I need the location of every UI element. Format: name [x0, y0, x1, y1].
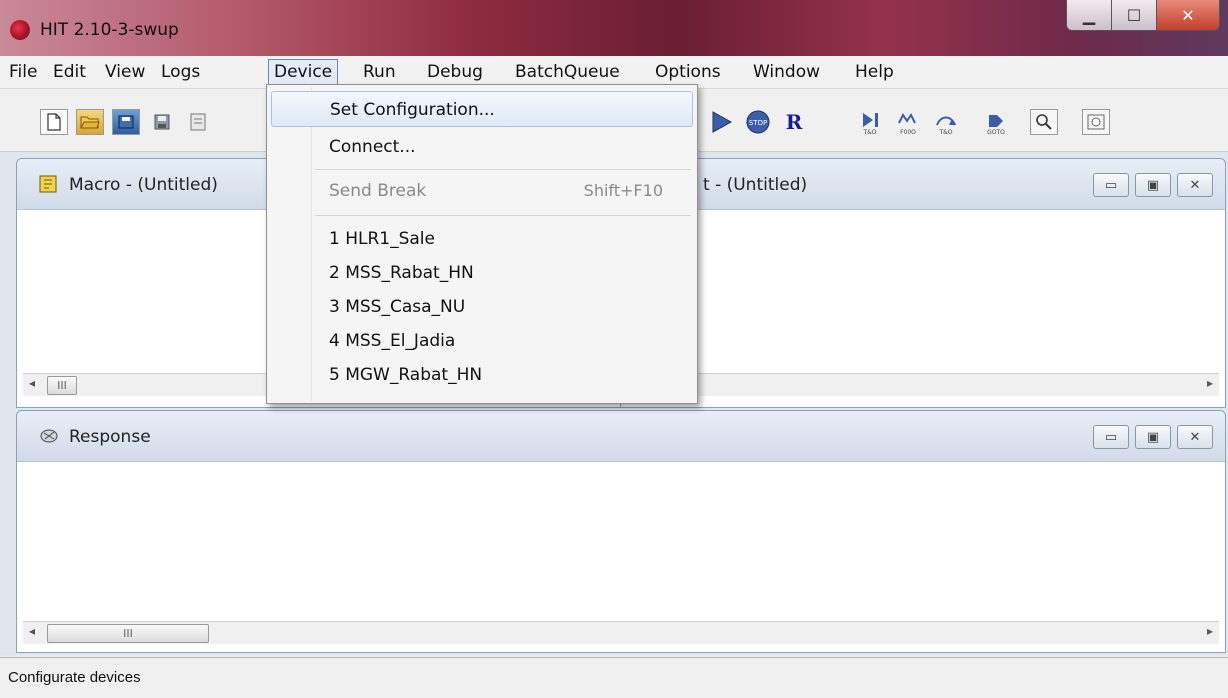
menu-window[interactable]: Window: [748, 60, 825, 84]
panel-close-button[interactable]: ✕: [1177, 173, 1213, 197]
menu-item-label: 4 MSS_El_Jadia: [329, 331, 456, 351]
menu-item-label: 5 MGW_Rabat_HN: [329, 365, 483, 385]
step-icon[interactable]: T&O: [856, 109, 884, 135]
menu-batchqueue[interactable]: BatchQueue: [510, 60, 625, 84]
report-icon[interactable]: [184, 109, 212, 135]
panel-minimize-button[interactable]: ▭: [1093, 425, 1129, 449]
menu-file[interactable]: File: [4, 60, 42, 84]
svg-text:F00O: F00O: [900, 129, 916, 135]
find-icon[interactable]: [1030, 109, 1058, 135]
maximize-button[interactable]: ☐: [1112, 0, 1156, 31]
status-text: Configurate devices: [8, 669, 141, 686]
status-bar: Configurate devices: [0, 657, 1228, 698]
close-button[interactable]: ✕: [1156, 0, 1220, 31]
test-panel-controls: ▭ ▣ ✕: [1093, 173, 1213, 197]
new-file-icon[interactable]: [40, 109, 68, 135]
window-title: HIT 2.10-3-swup: [40, 20, 179, 40]
response-scroll-thumb[interactable]: III: [47, 624, 209, 643]
menu-item-label: Set Configuration...: [330, 100, 495, 120]
response-panel: Response ▭ ▣ ✕ ◂ III ▸: [16, 410, 1226, 653]
menu-separator: [315, 215, 691, 216]
step-out-icon[interactable]: T&O: [932, 109, 960, 135]
app-icon[interactable]: [10, 20, 30, 40]
panel-restore-button[interactable]: ▣: [1135, 425, 1171, 449]
window-controls: ▁ ☐ ✕: [1066, 0, 1220, 34]
macro-icon: [39, 175, 57, 193]
menu-item-send-break: Send Break Shift+F10: [271, 173, 693, 207]
menu-device[interactable]: Device: [268, 59, 339, 85]
menu-item-recent-1[interactable]: 1 HLR1_Sale: [271, 221, 693, 255]
menu-separator: [315, 169, 691, 170]
save-as-icon[interactable]: [112, 109, 140, 135]
panel-minimize-button[interactable]: ▭: [1093, 173, 1129, 197]
macro-scroll-thumb[interactable]: III: [47, 376, 77, 395]
svg-text:GOTO: GOTO: [987, 129, 1005, 135]
menu-view[interactable]: View: [100, 60, 150, 84]
title-bar[interactable]: HIT 2.10-3-swup ▁ ☐ ✕: [0, 0, 1228, 56]
menu-item-label: 2 MSS_Rabat_HN: [329, 263, 474, 283]
menu-item-label: Connect...: [329, 137, 416, 157]
macro-panel-title: Macro - (Untitled): [69, 175, 218, 195]
svg-text:T&O: T&O: [862, 129, 876, 135]
device-menu-dropdown: Set Configuration... Connect... Send Bre…: [266, 84, 698, 404]
settings-icon[interactable]: [1082, 109, 1110, 135]
play-icon[interactable]: [708, 109, 736, 135]
response-panel-title: Response: [69, 427, 151, 447]
menu-item-shortcut: Shift+F10: [583, 181, 663, 200]
response-panel-controls: ▭ ▣ ✕: [1093, 425, 1213, 449]
menu-item-recent-3[interactable]: 3 MSS_Casa_NU: [271, 289, 693, 323]
menu-help[interactable]: Help: [850, 60, 899, 84]
response-hscrollbar[interactable]: ◂ III ▸: [23, 621, 1219, 644]
record-icon[interactable]: R: [780, 109, 808, 135]
svg-text:T&O: T&O: [938, 129, 952, 135]
menu-run[interactable]: Run: [358, 60, 401, 84]
menu-item-recent-5[interactable]: 5 MGW_Rabat_HN: [271, 357, 693, 391]
menu-item-label: Send Break: [329, 181, 427, 201]
panel-restore-button[interactable]: ▣: [1135, 173, 1171, 197]
menu-item-connect[interactable]: Connect...: [271, 129, 693, 163]
goto-icon[interactable]: GOTO: [982, 109, 1010, 135]
test-panel-title: t - (Untitled): [703, 175, 808, 195]
menu-item-label: 3 MSS_Casa_NU: [329, 297, 466, 317]
svg-text:STOP: STOP: [749, 119, 767, 127]
menu-item-set-configuration[interactable]: Set Configuration...: [271, 91, 693, 127]
panel-close-button[interactable]: ✕: [1177, 425, 1213, 449]
menu-item-label: 1 HLR1_Sale: [329, 229, 435, 249]
response-panel-header: Response ▭ ▣ ✕: [17, 411, 1225, 462]
test-panel-header: t - (Untitled) ▭ ▣ ✕: [621, 159, 1225, 210]
menu-item-recent-2[interactable]: 2 MSS_Rabat_HN: [271, 255, 693, 289]
scroll-left-arrow-icon[interactable]: ◂: [29, 376, 35, 390]
minimize-button[interactable]: ▁: [1066, 0, 1112, 31]
menu-logs[interactable]: Logs: [156, 60, 205, 84]
test-hscrollbar[interactable]: ▸: [627, 373, 1219, 396]
stop-icon[interactable]: STOP: [744, 109, 772, 135]
menu-debug[interactable]: Debug: [422, 60, 488, 84]
test-panel: t - (Untitled) ▭ ▣ ✕ ▸: [620, 158, 1226, 408]
scroll-right-arrow-icon[interactable]: ▸: [1207, 624, 1213, 638]
save-icon[interactable]: [148, 109, 176, 135]
menu-options[interactable]: Options: [650, 60, 726, 84]
menu-edit[interactable]: Edit: [48, 60, 91, 84]
step-over-icon[interactable]: F00O: [894, 109, 922, 135]
open-folder-icon[interactable]: [76, 109, 104, 135]
scroll-left-arrow-icon[interactable]: ◂: [29, 624, 35, 638]
response-icon: [39, 427, 58, 445]
scroll-right-arrow-icon[interactable]: ▸: [1207, 376, 1213, 390]
menu-item-recent-4[interactable]: 4 MSS_El_Jadia: [271, 323, 693, 357]
